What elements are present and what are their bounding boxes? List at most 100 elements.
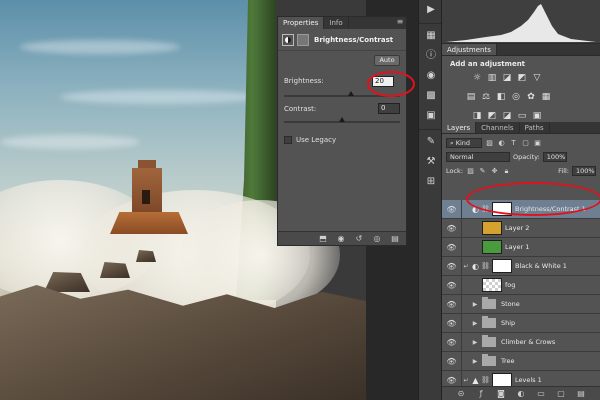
layer-row[interactable]: 👁︎ ▶ Stone [442,295,600,314]
selective-color-icon[interactable]: ▣ [532,111,542,121]
visibility-eye-icon[interactable]: 👁︎ [442,276,462,294]
clip-to-layer-icon[interactable]: ⬒ [318,234,328,243]
brush-icon[interactable]: ✎ [419,132,443,152]
opacity-input[interactable]: 100% [542,152,567,162]
brightness-slider-thumb[interactable] [348,91,355,96]
color-lookup-icon[interactable]: ▦ [541,92,551,102]
color-balance-icon[interactable]: ⚖ [481,92,491,102]
layer-name: Stone [501,300,520,308]
visibility-eye-icon[interactable]: 👁︎ [442,200,462,218]
filter-shape-icon[interactable]: ▢ [521,139,530,148]
group-expand-icon[interactable]: ▶ [470,358,480,365]
visibility-eye-icon[interactable]: 👁︎ [442,352,462,370]
tab-channels[interactable]: Channels [476,122,520,133]
invert-icon[interactable]: ◨ [472,111,482,121]
lock-image-icon[interactable]: ✎ [478,167,487,176]
exposure-icon[interactable]: ◩ [517,73,527,83]
brightness-icon[interactable]: ☼ [472,73,482,83]
group-expand-icon[interactable]: ▶ [470,339,480,346]
filter-type-icon[interactable]: T [509,139,518,148]
threshold-icon[interactable]: ◪ [502,111,512,121]
use-legacy-checkbox[interactable] [284,136,292,144]
lock-all-icon[interactable]: 🔒︎ [502,167,511,176]
brush-presets-icon[interactable]: ⚒ [419,152,443,172]
layer-mask-thumbnail[interactable] [492,259,512,273]
channel-mixer-icon[interactable]: ✿ [526,92,536,102]
contrast-input[interactable]: 0 [378,103,400,114]
filter-kind-select[interactable]: ⌕ Kind [446,138,482,148]
layer-row[interactable]: 👁︎ Layer 2 [442,219,600,238]
lock-position-icon[interactable]: ✥ [490,167,499,176]
layer-mask-thumbnail[interactable] [492,373,512,386]
new-layer-icon[interactable]: ▢ [556,389,566,398]
visibility-eye-icon[interactable]: 👁︎ [442,295,462,313]
contrast-slider[interactable] [284,117,400,123]
tab-info[interactable]: Info [324,17,349,29]
new-adjustment-icon[interactable]: ◐ [516,389,526,398]
layer-thumbnail[interactable] [482,240,502,254]
clone-source-icon[interactable]: ⊞ [419,172,443,192]
group-expand-icon[interactable]: ▶ [470,301,480,308]
add-mask-icon[interactable]: ◙ [496,389,506,398]
black-white-icon[interactable]: ◧ [496,92,506,102]
link-layers-icon[interactable]: ⊝ [456,389,466,398]
gradient-map-icon[interactable]: ▭ [517,111,527,121]
visibility-eye-icon[interactable]: 👁︎ [442,219,462,237]
tab-layers[interactable]: Layers [442,122,477,133]
layer-row[interactable]: 👁︎ ↵ ▲ ⛓︎ Levels 1 [442,371,600,386]
layer-thumbnail[interactable] [482,278,502,292]
hue-saturation-icon[interactable]: ▤ [466,92,476,102]
tab-paths[interactable]: Paths [520,122,550,133]
vibrance-icon[interactable]: ▽ [532,73,542,83]
visibility-eye-icon[interactable]: 👁︎ [442,238,462,256]
layer-row[interactable]: 👁︎ Layer 1 [442,238,600,257]
levels-icon[interactable]: ▥ [487,73,497,83]
view-previous-icon[interactable]: ◉ [336,234,346,243]
filter-adjustment-icon[interactable]: ◐ [497,139,506,148]
visibility-eye-icon[interactable]: 👁︎ [442,371,462,386]
filter-smart-object-icon[interactable]: ▣ [533,139,542,148]
histogram-panel [442,0,600,44]
use-legacy-option[interactable]: Use Legacy [284,136,336,144]
layer-list[interactable]: 👁︎ ◐ ⛓︎ Brightness/Contrast 1 👁︎ Layer 2 👁︎ Lay… [442,200,600,386]
mask-link-icon[interactable]: ⛓︎ [481,376,490,384]
panel-menu-icon[interactable]: ≡ [394,17,406,29]
filter-pixel-icon[interactable]: ▨ [485,139,494,148]
info-icon[interactable]: ⓘ [419,46,443,66]
layer-style-icon[interactable]: ƒ [476,389,486,398]
reset-icon[interactable]: ↺ [354,234,364,243]
visibility-eye-icon[interactable]: 👁︎ [442,314,462,332]
group-expand-icon[interactable]: ▶ [470,320,480,327]
layer-name: fog [505,281,516,289]
histogram-icon[interactable]: ▦ [419,26,443,46]
play-icon[interactable]: ▶ [419,0,443,20]
layer-row[interactable]: 👁︎ ▶ Tree [442,352,600,371]
color-icon[interactable]: ◉ [419,66,443,86]
clip-indent-icon: ↵ [463,376,469,384]
fill-input[interactable]: 100% [572,166,596,176]
delete-layer-icon[interactable]: ▤ [576,389,586,398]
styles-icon[interactable]: ▣ [419,106,443,126]
visibility-eye-icon[interactable]: 👁︎ [442,257,462,275]
swatches-icon[interactable]: ▩ [419,86,443,106]
contrast-slider-thumb[interactable] [339,117,345,122]
photo-filter-icon[interactable]: ◎ [511,92,521,102]
trash-icon[interactable]: ▤ [390,234,400,243]
visibility-eye-icon[interactable]: ◎ [372,234,382,243]
layer-mask-icon[interactable] [297,33,309,46]
auto-button[interactable]: Auto [374,55,400,66]
lock-transparent-icon[interactable]: ▨ [466,167,475,176]
layer-row[interactable]: 👁︎ ↵ ◐ ⛓︎ Black & White 1 [442,257,600,276]
new-group-icon[interactable]: ▭ [536,389,546,398]
curves-icon[interactable]: ◪ [502,73,512,83]
visibility-eye-icon[interactable]: 👁︎ [442,333,462,351]
tab-properties[interactable]: Properties [278,17,325,29]
tab-adjustments[interactable]: Adjustments [442,44,497,55]
mask-link-icon[interactable]: ⛓︎ [481,262,490,270]
blend-mode-select[interactable]: Normal [446,152,510,162]
layer-row[interactable]: 👁︎ ▶ Ship [442,314,600,333]
layer-row[interactable]: 👁︎ fog [442,276,600,295]
layer-thumbnail[interactable] [482,221,502,235]
posterize-icon[interactable]: ◩ [487,111,497,121]
layer-row[interactable]: 👁︎ ▶ Climber & Crows [442,333,600,352]
